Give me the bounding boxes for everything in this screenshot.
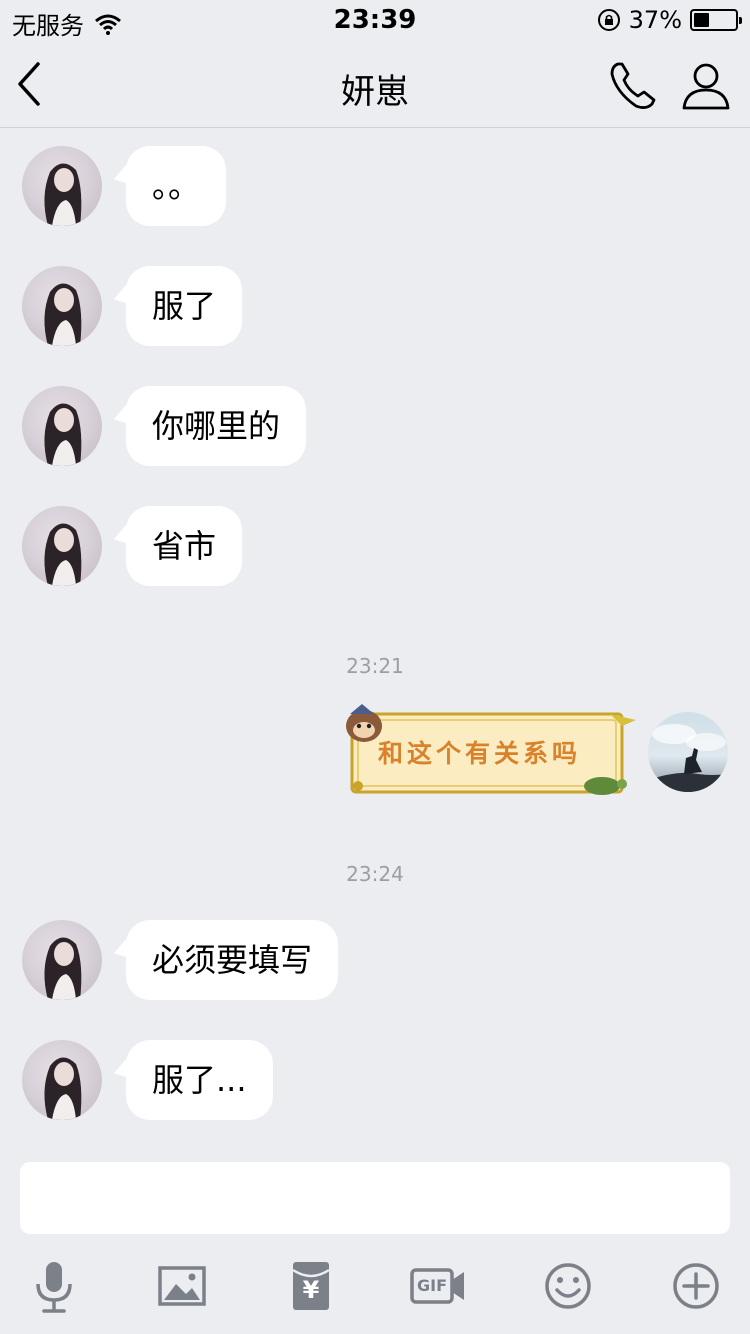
message-text: 。。 [152,167,201,205]
avatar-portrait [44,937,82,1000]
message-row: 。。 [22,146,722,226]
avatar[interactable] [22,920,102,1000]
red-packet-icon[interactable]: ¥ [283,1258,339,1314]
avatar-portrait [44,403,82,466]
message-bubble[interactable]: 你哪里的 [126,386,307,466]
message-bubble[interactable]: 服了... [126,1040,273,1120]
message-row: 必须要填写 [22,920,722,1000]
message-row: 服了... [22,1040,722,1120]
gif-icon[interactable]: GIF [410,1258,468,1314]
phone-icon[interactable] [606,58,662,114]
sticker-text: 和这个有关系吗 [378,739,582,768]
avatar-portrait [44,1057,82,1120]
battery-icon [690,9,742,31]
avatar-portrait [648,724,728,792]
message-input[interactable] [20,1162,730,1234]
avatar-portrait [44,283,82,346]
microphone-icon[interactable] [26,1258,82,1314]
user-icon[interactable] [678,58,734,114]
message-row: 服了 [22,266,722,346]
battery-percent: 37% [628,6,682,34]
emoji-icon[interactable] [540,1258,596,1314]
plus-icon[interactable] [668,1258,724,1314]
avatar[interactable] [22,146,102,226]
image-icon[interactable] [154,1258,210,1314]
status-bar: 无服务 23:39 37% [0,0,750,40]
message-text: 服了... [152,1061,247,1099]
timestamp: 23:24 [346,862,404,886]
message-text: 省市 [152,527,217,565]
avatar-portrait [44,163,82,226]
avatar[interactable] [22,386,102,466]
message-row: 你哪里的 [22,386,722,466]
message-row: 省市 [22,506,722,586]
avatar[interactable] [22,506,102,586]
avatar[interactable] [22,1040,102,1120]
avatar[interactable] [22,266,102,346]
battery-fill [694,13,709,27]
nav-bar: 妍崽 [0,40,750,128]
message-bubble[interactable]: 省市 [126,506,243,586]
orientation-lock-icon [597,9,620,31]
message-text: 必须要填写 [152,941,313,979]
avatar-portrait [44,523,82,586]
timestamp: 23:21 [346,654,404,678]
message-bubble[interactable]: 必须要填写 [126,920,339,1000]
message-text: 服了 [152,287,217,325]
message-bubble[interactable]: 。。 [126,146,227,226]
red-packet-label: ¥ [302,1276,320,1304]
sticker-message[interactable]: 和这个有关系吗 [340,702,640,802]
input-toolbar: ¥ GIF [0,1250,750,1320]
my-avatar[interactable] [648,712,728,792]
message-text: 你哪里的 [152,407,281,445]
message-bubble[interactable]: 服了 [126,266,243,346]
gif-label: GIF [416,1276,447,1295]
status-right: 37% [597,6,742,34]
